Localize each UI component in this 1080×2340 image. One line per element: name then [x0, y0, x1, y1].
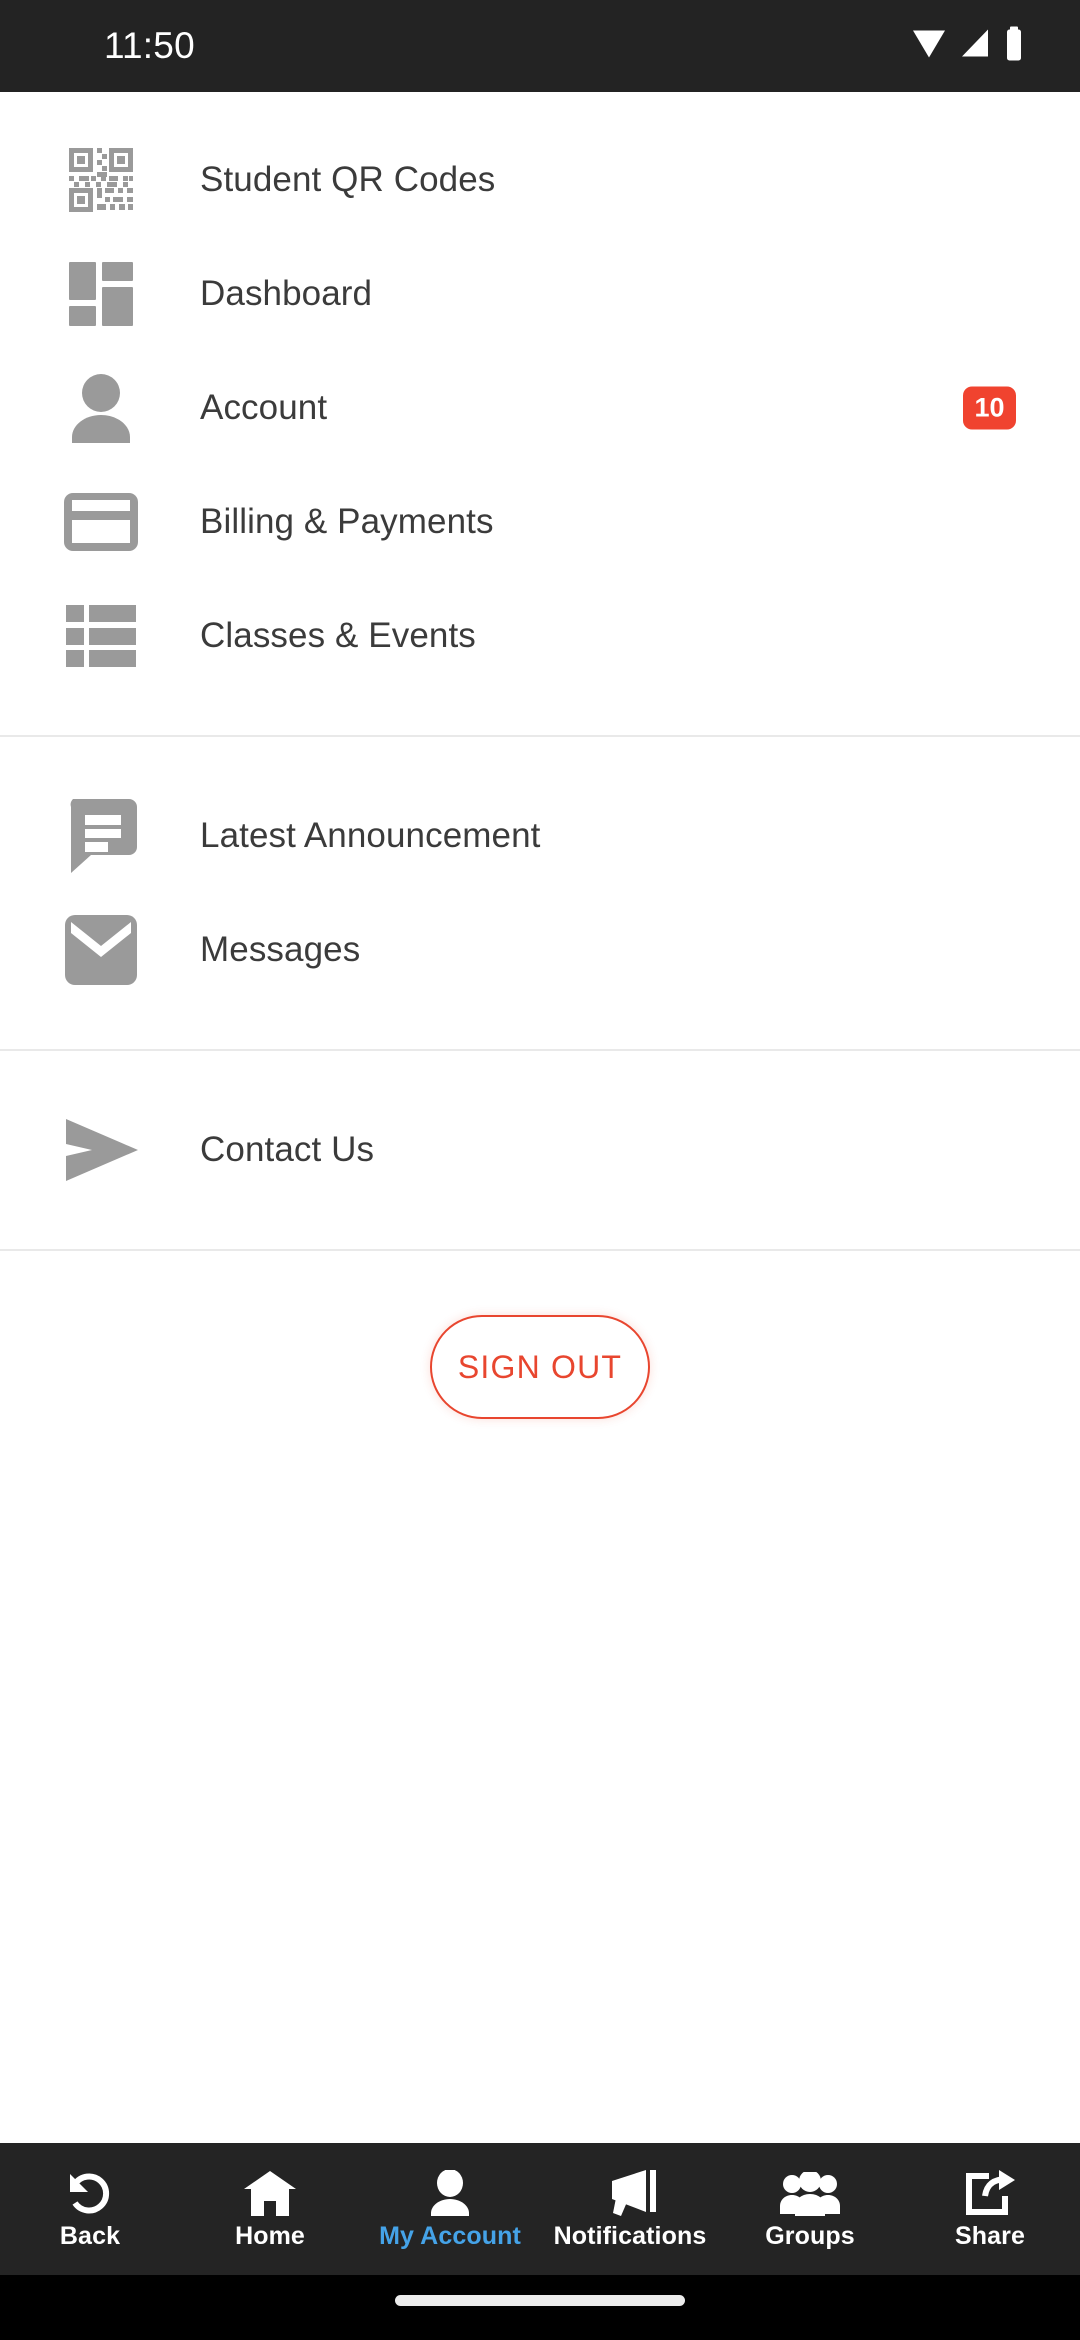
share-icon	[965, 2168, 1015, 2216]
nav-item-label: Share	[955, 2221, 1025, 2250]
status-bar-clock: 11:50	[104, 25, 195, 66]
status-bar-icons	[912, 26, 1024, 66]
nav-item-back[interactable]: Back	[0, 2143, 180, 2275]
menu-item-dashboard[interactable]: Dashboard	[0, 237, 1080, 351]
menu-item-label: Account	[200, 388, 328, 427]
account-menu-list: Student QR Codes Dashboard Account 10 Bi…	[0, 92, 1080, 1419]
credit-card-icon	[60, 481, 142, 563]
menu-item-label: Messages	[200, 930, 361, 969]
nav-item-label: Home	[235, 2221, 305, 2250]
sign-out-button[interactable]: SIGN OUT	[430, 1315, 650, 1419]
menu-item-contact-us[interactable]: Contact Us	[0, 1093, 1080, 1207]
person-icon	[429, 2168, 471, 2216]
menu-item-billing-payments[interactable]: Billing & Payments	[0, 465, 1080, 579]
menu-item-student-qr-codes[interactable]: Student QR Codes	[0, 123, 1080, 237]
menu-item-label: Student QR Codes	[200, 160, 496, 199]
menu-item-messages[interactable]: Messages	[0, 893, 1080, 1007]
list-top-spacer	[0, 92, 1080, 123]
list-icon	[60, 595, 142, 677]
home-gesture-handle[interactable]	[395, 2295, 685, 2306]
qr-code-icon	[60, 139, 142, 221]
wifi-icon	[912, 29, 946, 64]
menu-item-label: Classes & Events	[200, 616, 476, 655]
status-badge: 10	[963, 386, 1016, 430]
app-screen: 11:50 Student QR Codes Dashboard Account…	[0, 0, 1080, 2340]
people-group-icon	[779, 2168, 841, 2216]
nav-item-label: Notifications	[553, 2221, 707, 2250]
undo-arrow-icon	[66, 2168, 114, 2216]
nav-item-groups[interactable]: Groups	[720, 2143, 900, 2275]
nav-item-home[interactable]: Home	[180, 2143, 360, 2275]
bottom-navigation-bar: Back Home My Account Notifications Group…	[0, 2143, 1080, 2275]
menu-item-label: Contact Us	[200, 1130, 375, 1169]
nav-item-notifications[interactable]: Notifications	[540, 2143, 720, 2275]
person-icon	[60, 367, 142, 449]
menu-item-label: Billing & Payments	[200, 502, 494, 541]
menu-item-label: Dashboard	[200, 274, 373, 313]
system-gesture-bar	[0, 2275, 1080, 2340]
envelope-icon	[60, 909, 142, 991]
menu-item-classes-events[interactable]: Classes & Events	[0, 579, 1080, 693]
nav-item-label: My Account	[379, 2221, 521, 2250]
megaphone-icon	[602, 2168, 658, 2216]
cell-signal-icon	[960, 29, 990, 64]
nav-item-share[interactable]: Share	[900, 2143, 1080, 2275]
nav-item-label: Groups	[765, 2221, 855, 2250]
battery-icon	[1004, 26, 1024, 66]
sign-out-container: SIGN OUT	[0, 1251, 1080, 1419]
paper-plane-icon	[60, 1109, 142, 1191]
menu-item-label: Latest Announcement	[200, 816, 541, 855]
menu-item-account[interactable]: Account 10	[0, 351, 1080, 465]
home-icon	[244, 2168, 296, 2216]
nav-item-my-account[interactable]: My Account	[360, 2143, 540, 2275]
menu-item-latest-announcement[interactable]: Latest Announcement	[0, 779, 1080, 893]
dashboard-grid-icon	[60, 253, 142, 335]
speech-bubble-icon	[60, 795, 142, 877]
status-bar: 11:50	[0, 0, 1080, 92]
nav-item-label: Back	[59, 2221, 121, 2250]
